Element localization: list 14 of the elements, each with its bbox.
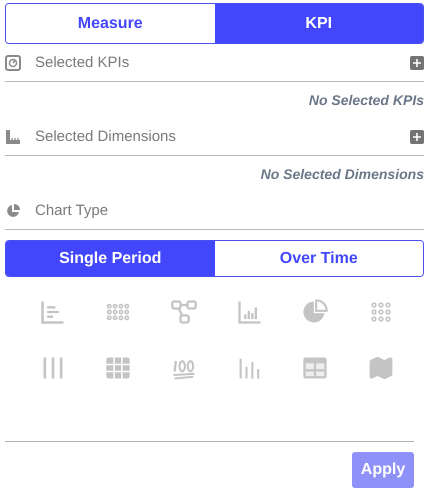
ruler-icon	[5, 128, 21, 144]
empty-message: No Selected KPIs	[308, 92, 424, 108]
plus-icon	[413, 58, 421, 66]
plus-icon	[413, 132, 421, 140]
section-label: Selected KPIs	[35, 54, 130, 71]
pie-chart-icon	[5, 202, 21, 218]
add-button[interactable]	[410, 130, 424, 144]
gauge-icon	[5, 54, 21, 70]
empty-message: No Selected Dimensions	[260, 166, 424, 182]
section-label: Chart Type	[35, 202, 110, 219]
period-tab[interactable]: Single Period	[6, 241, 214, 276]
section-label: Selected Dimensions	[35, 128, 177, 145]
add-button[interactable]	[410, 56, 424, 70]
tab[interactable]: KPI	[214, 4, 423, 43]
